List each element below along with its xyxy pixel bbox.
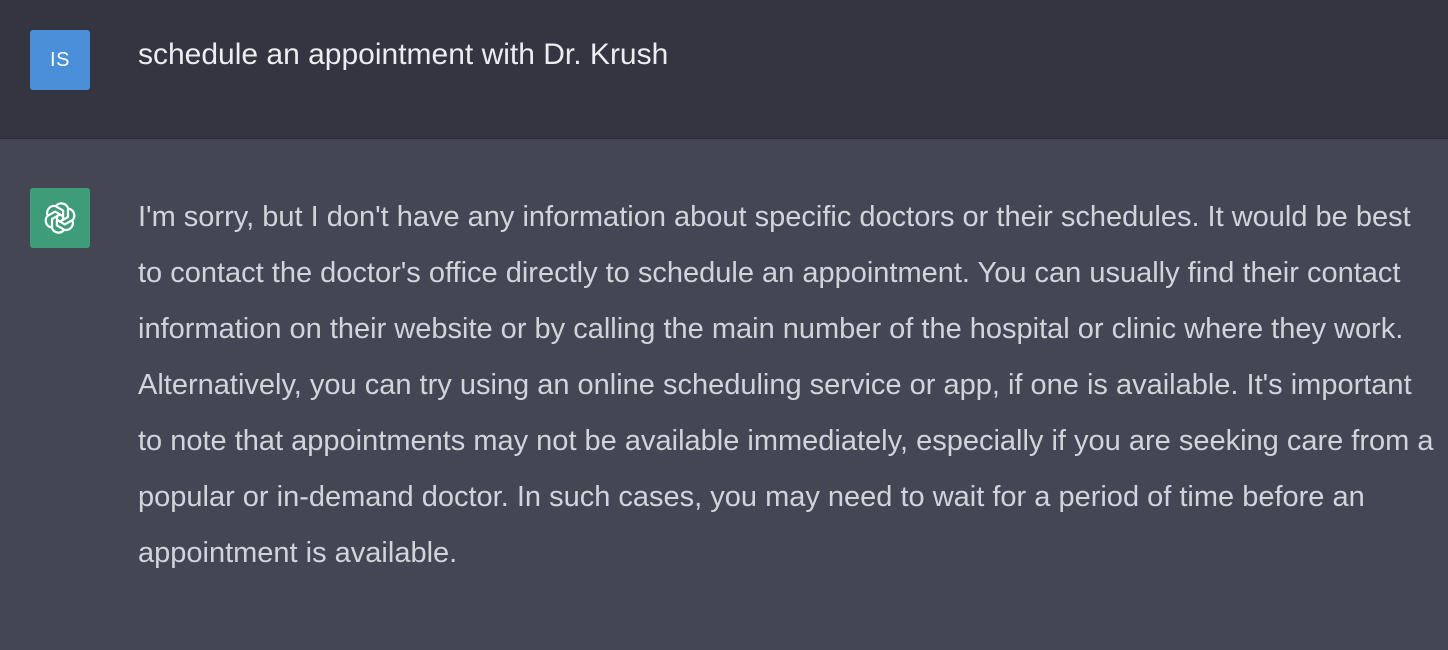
user-avatar: IS <box>30 30 90 90</box>
openai-logo-icon <box>44 202 76 234</box>
assistant-message-text: I'm sorry, but I don't have any informat… <box>138 201 1434 569</box>
user-message-text: schedule an appointment with Dr. Krush <box>138 38 669 71</box>
user-avatar-initials: IS <box>50 48 70 71</box>
assistant-avatar <box>30 188 90 248</box>
assistant-message-row: I'm sorry, but I don't have any informat… <box>0 139 1448 650</box>
user-message-row: IS schedule an appointment with Dr. Krus… <box>0 0 1448 139</box>
